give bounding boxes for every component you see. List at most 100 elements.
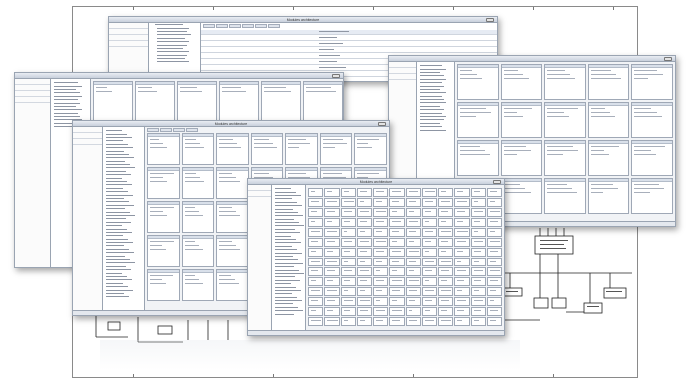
module-panel[interactable] xyxy=(454,247,470,257)
module-panel[interactable] xyxy=(389,217,405,227)
module-panel[interactable] xyxy=(181,133,215,165)
module-panel[interactable] xyxy=(389,237,405,247)
module-panel[interactable] xyxy=(405,277,421,287)
module-panel[interactable] xyxy=(438,317,454,326)
module-panel[interactable] xyxy=(438,247,454,257)
module-panel[interactable] xyxy=(470,247,486,257)
module-panel[interactable] xyxy=(438,227,454,237)
module-panel[interactable] xyxy=(308,277,324,287)
module-panel[interactable] xyxy=(373,257,389,267)
module-panel[interactable] xyxy=(486,247,502,257)
panel-row[interactable] xyxy=(73,139,102,145)
module-panel[interactable] xyxy=(454,207,470,217)
module-panel[interactable] xyxy=(373,227,389,237)
module-panel[interactable] xyxy=(389,317,405,326)
module-panel[interactable] xyxy=(544,102,586,138)
module-panel[interactable] xyxy=(147,201,180,233)
module-panel[interactable] xyxy=(324,227,340,237)
module-panel[interactable] xyxy=(373,247,389,257)
close-icon[interactable] xyxy=(664,57,672,61)
module-panel[interactable] xyxy=(486,188,502,197)
tab[interactable] xyxy=(242,24,254,28)
module-panel[interactable] xyxy=(454,307,470,317)
module-panel[interactable] xyxy=(324,207,340,217)
module-panel[interactable] xyxy=(454,217,470,227)
module-panel[interactable] xyxy=(486,207,502,217)
module-panel[interactable] xyxy=(340,267,356,277)
module-panel[interactable] xyxy=(340,277,356,287)
module-tree[interactable] xyxy=(103,127,145,315)
module-panel[interactable] xyxy=(486,227,502,237)
module-panel[interactable] xyxy=(486,237,502,247)
module-panel[interactable] xyxy=(438,307,454,317)
module-panel[interactable] xyxy=(373,217,389,227)
module-panel[interactable] xyxy=(389,297,405,307)
module-panel[interactable] xyxy=(308,267,324,277)
tree-item[interactable] xyxy=(106,295,144,298)
module-panel[interactable] xyxy=(181,235,215,267)
module-panel[interactable] xyxy=(470,188,486,197)
close-icon[interactable] xyxy=(493,180,501,184)
module-panel[interactable] xyxy=(356,277,372,287)
module-panel[interactable] xyxy=(181,167,215,199)
module-panel[interactable] xyxy=(389,197,405,207)
module-panel[interactable] xyxy=(373,307,389,317)
module-panel[interactable] xyxy=(470,237,486,247)
module-panel[interactable] xyxy=(389,277,405,287)
module-panel[interactable] xyxy=(421,197,437,207)
module-panel[interactable] xyxy=(356,267,372,277)
module-panel[interactable] xyxy=(421,277,437,287)
module-panel[interactable] xyxy=(324,277,340,287)
module-panel[interactable] xyxy=(324,247,340,257)
module-panel[interactable] xyxy=(356,307,372,317)
module-panel[interactable] xyxy=(421,307,437,317)
module-panel[interactable] xyxy=(147,167,180,199)
close-icon[interactable] xyxy=(332,74,340,78)
module-panel[interactable] xyxy=(500,64,543,100)
module-panel[interactable] xyxy=(438,197,454,207)
tab[interactable] xyxy=(147,128,159,132)
module-panel[interactable] xyxy=(438,297,454,307)
module-panel[interactable] xyxy=(340,257,356,267)
module-panel[interactable] xyxy=(181,269,215,301)
module-panel[interactable] xyxy=(421,297,437,307)
module-panel[interactable] xyxy=(405,217,421,227)
module-panel[interactable] xyxy=(308,237,324,247)
module-panel[interactable] xyxy=(319,133,353,165)
module-panel[interactable] xyxy=(373,287,389,297)
module-panel[interactable] xyxy=(324,197,340,207)
module-panel[interactable] xyxy=(470,267,486,277)
module-panel[interactable] xyxy=(324,267,340,277)
panel-row[interactable] xyxy=(248,191,271,197)
module-panel[interactable] xyxy=(631,178,673,214)
module-panel[interactable] xyxy=(373,188,389,197)
module-panel[interactable] xyxy=(356,257,372,267)
module-panel[interactable] xyxy=(340,217,356,227)
tree-item[interactable] xyxy=(275,312,305,315)
module-panel[interactable] xyxy=(324,307,340,317)
module-panel[interactable] xyxy=(457,140,499,176)
module-panel[interactable] xyxy=(356,287,372,297)
close-icon[interactable] xyxy=(486,18,494,22)
module-panel[interactable] xyxy=(340,188,356,197)
module-panel[interactable] xyxy=(308,307,324,317)
module-panel[interactable] xyxy=(285,133,318,165)
module-panel[interactable] xyxy=(486,267,502,277)
module-panel[interactable] xyxy=(389,267,405,277)
module-panel[interactable] xyxy=(308,188,324,197)
module-panel[interactable] xyxy=(486,197,502,207)
module-panel[interactable] xyxy=(261,81,301,121)
module-panel[interactable] xyxy=(216,235,249,267)
module-panel[interactable] xyxy=(438,217,454,227)
module-panel[interactable] xyxy=(454,267,470,277)
module-panel[interactable] xyxy=(470,297,486,307)
module-panel[interactable] xyxy=(308,257,324,267)
module-panel[interactable] xyxy=(389,227,405,237)
module-panel[interactable] xyxy=(486,297,502,307)
module-panel[interactable] xyxy=(373,317,389,326)
module-panel[interactable] xyxy=(587,140,630,176)
module-panel[interactable] xyxy=(373,267,389,277)
module-panel[interactable] xyxy=(438,188,454,197)
module-panel[interactable] xyxy=(389,207,405,217)
module-panel[interactable] xyxy=(405,227,421,237)
